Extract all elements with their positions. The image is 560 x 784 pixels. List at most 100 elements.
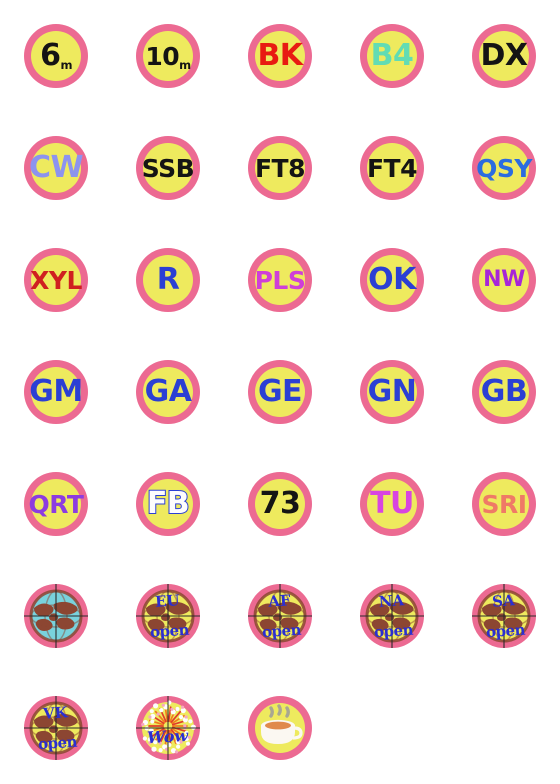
sticker-QSY[interactable]: QSY bbox=[448, 112, 560, 224]
sticker-10m[interactable]: 10 m bbox=[112, 0, 224, 112]
sticker-na-open[interactable]: NA open bbox=[336, 560, 448, 672]
badge-disc: GA bbox=[136, 360, 200, 424]
sticker-PLS[interactable]: PLS bbox=[224, 224, 336, 336]
globe-caption-bottom: open bbox=[148, 620, 190, 641]
badge-disc: R bbox=[136, 248, 200, 312]
globe-badge: VK open bbox=[24, 696, 88, 760]
sticker-CW[interactable]: CW bbox=[0, 112, 112, 224]
sticker-label: NW bbox=[483, 267, 525, 292]
sticker-GA[interactable]: GA bbox=[112, 336, 224, 448]
sticker-XYL[interactable]: XYL bbox=[0, 224, 112, 336]
sticker-GE[interactable]: GE bbox=[224, 336, 336, 448]
badge-disc: TU bbox=[360, 472, 424, 536]
sticker-label: SRI bbox=[481, 489, 527, 519]
badge-disc: SRI bbox=[472, 472, 536, 536]
sticker-SSB[interactable]: SSB bbox=[112, 112, 224, 224]
globe-caption: VK open bbox=[35, 702, 78, 753]
sticker-af-open[interactable]: AF open bbox=[224, 560, 336, 672]
sticker-label: OK bbox=[368, 262, 416, 297]
badge-disc: 73 bbox=[248, 472, 312, 536]
badge-disc: 10 m bbox=[136, 24, 200, 88]
sticker-73[interactable]: 73 bbox=[224, 448, 336, 560]
badge-disc: BK bbox=[248, 24, 312, 88]
globe-badge: EU open bbox=[136, 584, 200, 648]
globe-caption-top: VK bbox=[41, 702, 68, 723]
globe-caption-bottom: open bbox=[484, 620, 526, 641]
sticker-B4[interactable]: B4 bbox=[336, 0, 448, 112]
sticker-label: QSY bbox=[476, 153, 532, 183]
badge-disc: FB bbox=[136, 472, 200, 536]
sticker-label-suffix: m bbox=[60, 58, 72, 73]
sticker-OK[interactable]: OK bbox=[336, 224, 448, 336]
globe-caption-top: EU bbox=[154, 590, 180, 611]
globe-caption: EU open bbox=[147, 590, 190, 641]
globe-caption: NA open bbox=[371, 590, 414, 641]
sticker-label: GE bbox=[257, 374, 303, 409]
sticker-label: SSB bbox=[141, 153, 195, 183]
sticker-coffee[interactable] bbox=[224, 672, 336, 784]
globe-badge: NA open bbox=[360, 584, 424, 648]
sticker-label: R bbox=[156, 262, 180, 297]
sticker-label: QRT bbox=[28, 489, 84, 519]
sticker-label: FT8 bbox=[254, 153, 306, 183]
badge-disc: SSB bbox=[136, 136, 200, 200]
sticker-sheet: 6 m 10 m BK B4 DX CW SSB FT8 FT4 QSY XYL R PLS OK NW GM GA… bbox=[0, 0, 560, 784]
globe-caption-bottom: open bbox=[372, 620, 414, 641]
globe-caption-bottom: open bbox=[260, 620, 302, 641]
sticker-GB[interactable]: GB bbox=[448, 336, 560, 448]
sticker-label: DX bbox=[480, 38, 528, 73]
sticker-GN[interactable]: GN bbox=[336, 336, 448, 448]
sticker-NW[interactable]: NW bbox=[448, 224, 560, 336]
sticker-label: GA bbox=[144, 374, 192, 409]
badge-disc: QRT bbox=[24, 472, 88, 536]
badge-disc: PLS bbox=[248, 248, 312, 312]
globe-caption: AF open bbox=[259, 590, 302, 641]
globe-badge: AF open bbox=[248, 584, 312, 648]
badge-disc: QSY bbox=[472, 136, 536, 200]
globe-caption-top: NA bbox=[377, 590, 405, 611]
globe-caption-bottom: open bbox=[36, 732, 78, 753]
sticker-eu-open[interactable]: EU open bbox=[112, 560, 224, 672]
sticker-globe-blue[interactable] bbox=[0, 560, 112, 672]
badge-disc: GM bbox=[24, 360, 88, 424]
sticker-6m[interactable]: 6m bbox=[0, 0, 112, 112]
sticker-wow[interactable]: Wow bbox=[112, 672, 224, 784]
sticker-vk-open[interactable]: VK open bbox=[0, 672, 112, 784]
globe-caption-top: AF bbox=[267, 590, 291, 611]
badge-disc: GE bbox=[248, 360, 312, 424]
sticker-sa-open[interactable]: SA open bbox=[448, 560, 560, 672]
sticker-FT4[interactable]: FT4 bbox=[336, 112, 448, 224]
globe-badge: SA open bbox=[472, 584, 536, 648]
sticker-label: FB bbox=[146, 486, 191, 521]
sticker-label: 10 bbox=[145, 41, 180, 71]
badge-disc: XYL bbox=[24, 248, 88, 312]
sticker-SRI[interactable]: SRI bbox=[448, 448, 560, 560]
badge-disc: DX bbox=[472, 24, 536, 88]
sticker-GM[interactable]: GM bbox=[0, 336, 112, 448]
burst-badge: Wow bbox=[136, 696, 200, 760]
sticker-label: TU bbox=[370, 486, 414, 521]
sticker-label: 73 bbox=[259, 486, 301, 521]
burst-caption: Wow bbox=[146, 725, 190, 747]
sticker-TU[interactable]: TU bbox=[336, 448, 448, 560]
sticker-label: CW bbox=[28, 150, 84, 185]
sticker-FT8[interactable]: FT8 bbox=[224, 112, 336, 224]
sticker-BK[interactable]: BK bbox=[224, 0, 336, 112]
globe-caption-top: SA bbox=[491, 590, 515, 611]
badge-disc: GN bbox=[360, 360, 424, 424]
sticker-DX[interactable]: DX bbox=[448, 0, 560, 112]
sticker-label: XYL bbox=[30, 265, 82, 295]
sticker-label: B4 bbox=[370, 38, 414, 73]
sticker-label: 6 bbox=[40, 38, 61, 73]
sticker-label: GN bbox=[367, 374, 417, 409]
coffee-badge bbox=[248, 696, 312, 760]
globe-badge bbox=[24, 584, 88, 648]
badge-disc: FT8 bbox=[248, 136, 312, 200]
sticker-QRT[interactable]: QRT bbox=[0, 448, 112, 560]
sticker-R[interactable]: R bbox=[112, 224, 224, 336]
badge-disc: B4 bbox=[360, 24, 424, 88]
badge-disc: 6m bbox=[24, 24, 88, 88]
sticker-FB[interactable]: FB bbox=[112, 448, 224, 560]
sticker-label: FT4 bbox=[366, 153, 418, 183]
sticker-label: PLS bbox=[254, 265, 306, 295]
